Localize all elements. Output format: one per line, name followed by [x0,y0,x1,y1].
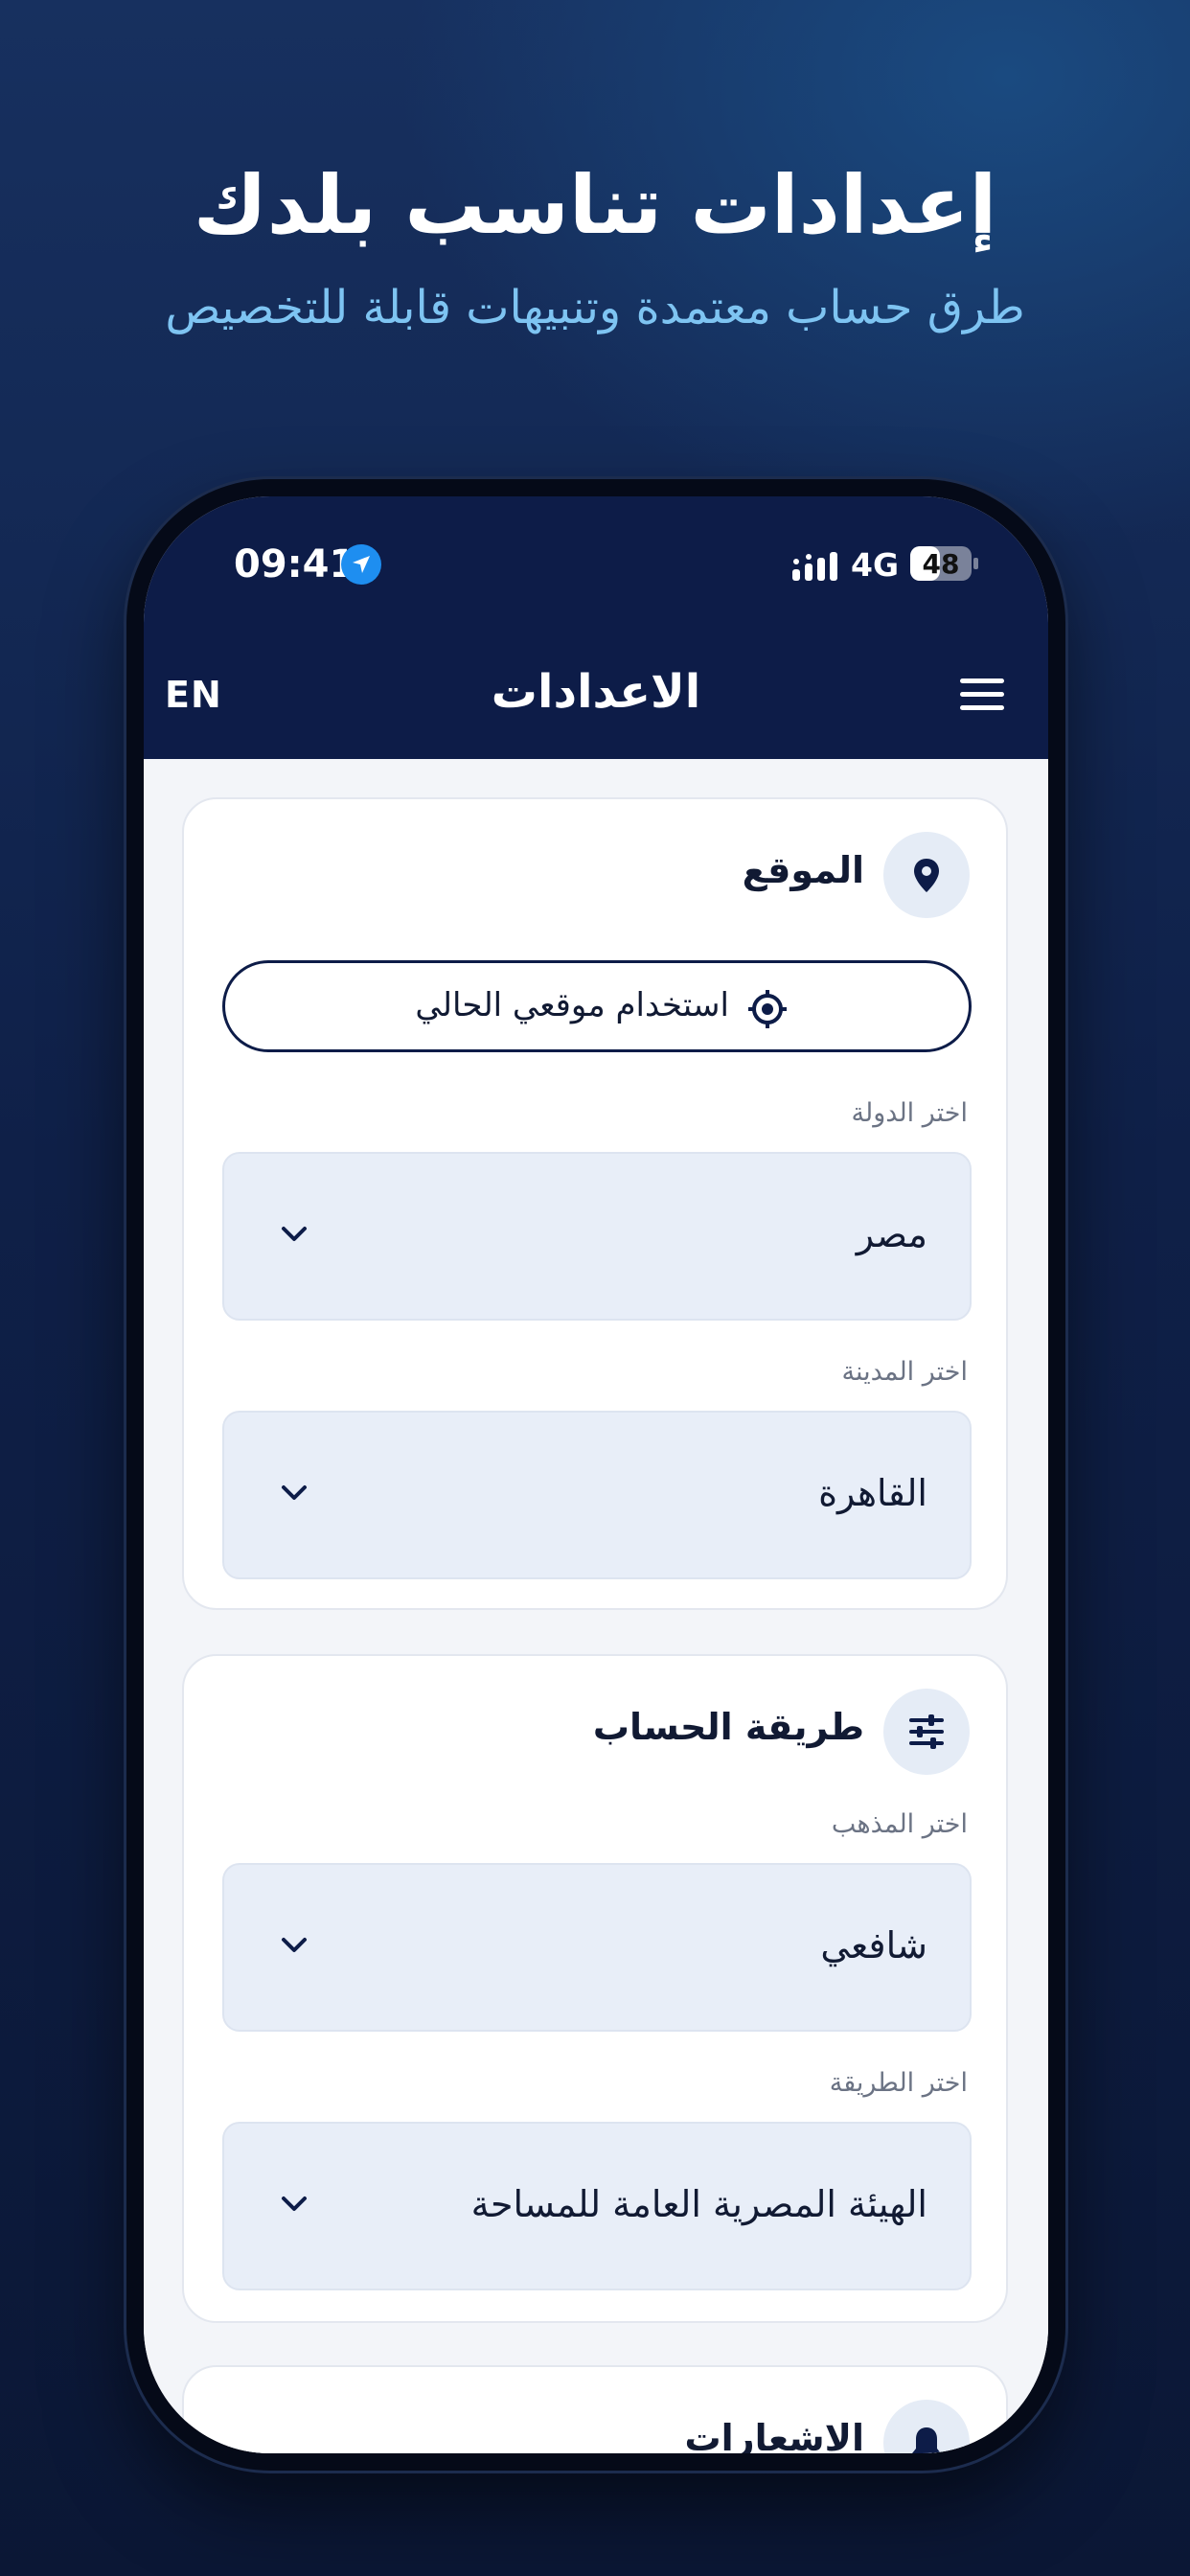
calculation-method-card: طريقة الحساب اختر المذهب شافعي اختر الطر… [182,1654,1008,2323]
use-current-location-button[interactable]: استخدام موقعي الحالي [222,960,972,1052]
settings-content: الموقع استخدام موقعي الحالي اختر الدولة … [144,759,1048,2453]
country-select[interactable]: مصر [222,1152,972,1321]
madhab-select[interactable]: شافعي [222,1863,972,2032]
use-current-location-label: استخدام موقعي الحالي [415,986,729,1024]
notifications-card-title: الاشعارات [684,2417,865,2453]
city-field-label: اختر المدينة [841,1357,968,1387]
method-select[interactable]: الهيئة المصرية العامة للمساحة [222,2122,972,2290]
promo-title: إعدادات تناسب بلدك [193,158,997,252]
battery-level: 48 [922,548,960,580]
madhab-field-label: اختر المذهب [831,1809,968,1839]
battery-icon: 48 [910,546,979,581]
city-select[interactable]: القاهرة [222,1411,972,1579]
crosshair-icon [748,990,787,1028]
madhab-select-value: شافعي [820,1924,927,1966]
status-time: 09:41 [234,542,356,586]
calculation-method-card-title: طريقة الحساب [592,1706,864,1748]
map-pin-icon [883,832,970,918]
method-field-label: اختر الطريقة [829,2068,968,2098]
city-select-value: القاهرة [818,1472,927,1514]
bell-icon [883,2400,970,2453]
chevron-down-icon [282,2196,307,2211]
sliders-icon [883,1689,970,1775]
country-field-label: اختر الدولة [851,1098,968,1128]
location-card-title: الموقع [742,849,864,891]
phone-frame: 09:41 4G 48 EN الاعدادات الموقع استخدام … [126,479,1065,2471]
method-select-value: الهيئة المصرية العامة للمساحة [470,2183,927,2225]
page-title: الاعدادات [491,665,701,719]
country-select-value: مصر [856,1213,927,1255]
signal-icon [792,552,837,581]
hamburger-menu-icon[interactable] [960,678,1004,711]
notifications-card: الاشعارات [182,2365,1008,2453]
chevron-down-icon [282,1485,307,1500]
location-arrow-icon [341,544,381,585]
location-card: الموقع استخدام موقعي الحالي اختر الدولة … [182,797,1008,1610]
network-type: 4G [851,546,900,584]
chevron-down-icon [282,1227,307,1241]
phone-screen: 09:41 4G 48 EN الاعدادات الموقع استخدام … [144,496,1048,2453]
chevron-down-icon [282,1938,307,1952]
promo-subtitle: طرق حساب معتمدة وتنبيهات قابلة للتخصيص [165,281,1025,334]
